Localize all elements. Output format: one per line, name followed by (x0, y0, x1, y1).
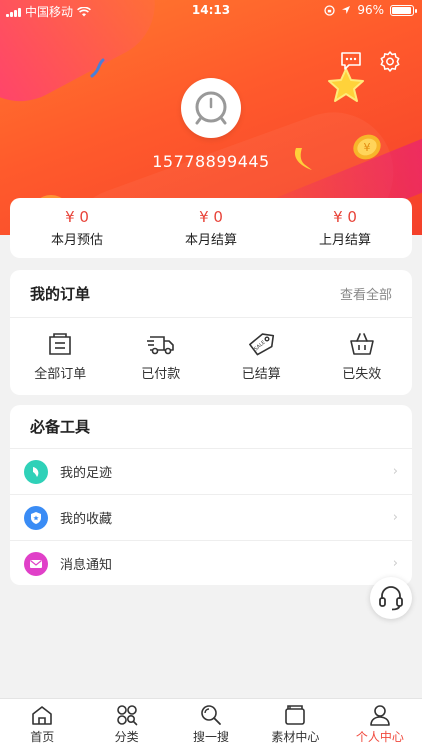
clock-avatar-icon (195, 91, 227, 125)
stat-last-month-settled[interactable]: ¥ 0 上月结算 (278, 198, 412, 258)
location-icon (342, 6, 351, 14)
chevron-right-icon: › (392, 510, 398, 525)
tab-category[interactable]: 分类 (84, 699, 168, 750)
status-bar: 中国移动 14:13 96% (0, 0, 422, 22)
person-icon (370, 705, 390, 726)
order-list-icon (49, 333, 72, 355)
order-invalid-button[interactable]: 已失效 (312, 318, 413, 395)
bottom-tab-bar: 首页 分类 搜一搜 素材中心 个人中心 (0, 698, 422, 750)
orders-header: 我的订单 查看全部 (10, 270, 412, 318)
stat-label: 本月结算 (184, 233, 237, 248)
tab-home[interactable]: 首页 (0, 699, 84, 750)
order-status-row: 全部订单 已付款 SALE 已结算 已失效 (10, 318, 412, 395)
order-item-label: 已付款 (141, 367, 181, 382)
material-icon (285, 705, 306, 725)
stat-label: 本月预估 (50, 233, 103, 248)
tab-search[interactable]: 搜一搜 (169, 699, 253, 750)
view-all-orders-link[interactable]: 查看全部 (340, 284, 392, 303)
stat-amount: ¥ 0 (333, 208, 357, 226)
chevron-right-icon: › (392, 464, 398, 479)
basket-icon (349, 333, 374, 355)
battery-percent: 96% (357, 3, 384, 17)
stat-amount: ¥ 0 (199, 208, 223, 226)
tab-material[interactable]: 素材中心 (253, 699, 337, 750)
ribbon-decoration-icon (90, 58, 105, 78)
tool-label: 消息通知 (60, 558, 113, 573)
order-item-label: 全部订单 (34, 367, 87, 382)
chevron-right-icon: › (392, 556, 398, 571)
gear-icon[interactable] (377, 48, 403, 74)
stat-label: 上月结算 (318, 233, 371, 248)
tab-profile[interactable]: 个人中心 (338, 699, 422, 750)
order-all-button[interactable]: 全部订单 (10, 318, 111, 395)
search-icon (201, 705, 221, 725)
orders-card: 我的订单 查看全部 全部订单 已付款 SALE 已结算 已失效 (10, 270, 412, 395)
tab-label: 素材中心 (271, 730, 320, 744)
earnings-summary: ¥ 0 本月预估 ¥ 0 本月结算 ¥ 0 上月结算 (10, 198, 412, 258)
sale-tag-icon: SALE (249, 333, 275, 356)
customer-service-button[interactable] (370, 577, 412, 619)
rotation-lock-icon (324, 4, 335, 16)
tool-notifications[interactable]: 消息通知 › (10, 540, 412, 586)
order-settled-button[interactable]: SALE 已结算 (211, 318, 312, 395)
mail-icon (24, 551, 48, 576)
tool-label: 我的足迹 (60, 466, 113, 481)
tool-favorites[interactable]: 我的收藏 › (10, 494, 412, 540)
tool-label: 我的收藏 (60, 512, 113, 527)
orders-title: 我的订单 (30, 285, 91, 303)
order-item-label: 已失效 (342, 367, 382, 382)
headset-icon (379, 586, 403, 611)
order-item-label: 已结算 (241, 367, 281, 382)
avatar[interactable] (181, 78, 241, 138)
shield-icon (24, 505, 48, 530)
tab-label: 首页 (30, 730, 55, 744)
user-phone: 15778899445 (152, 152, 270, 171)
message-icon[interactable] (338, 48, 364, 74)
tools-card: 必备工具 我的足迹 › 我的收藏 › 消息通知 › (10, 405, 412, 585)
tools-header: 必备工具 (10, 405, 412, 448)
stat-amount: ¥ 0 (65, 208, 89, 226)
footprint-icon (24, 459, 48, 484)
home-icon (32, 706, 53, 725)
tab-label: 个人中心 (355, 730, 404, 744)
status-right: 96% (324, 3, 417, 17)
order-paid-button[interactable]: 已付款 (111, 318, 212, 395)
tools-title: 必备工具 (30, 418, 91, 436)
battery-icon (390, 4, 417, 16)
tool-footprint[interactable]: 我的足迹 › (10, 448, 412, 494)
tab-label: 分类 (114, 730, 139, 744)
truck-icon (146, 336, 174, 355)
stat-month-settled[interactable]: ¥ 0 本月结算 (144, 198, 278, 258)
tab-label: 搜一搜 (193, 730, 230, 744)
stat-month-estimate[interactable]: ¥ 0 本月预估 (10, 198, 144, 258)
category-icon (116, 705, 137, 726)
